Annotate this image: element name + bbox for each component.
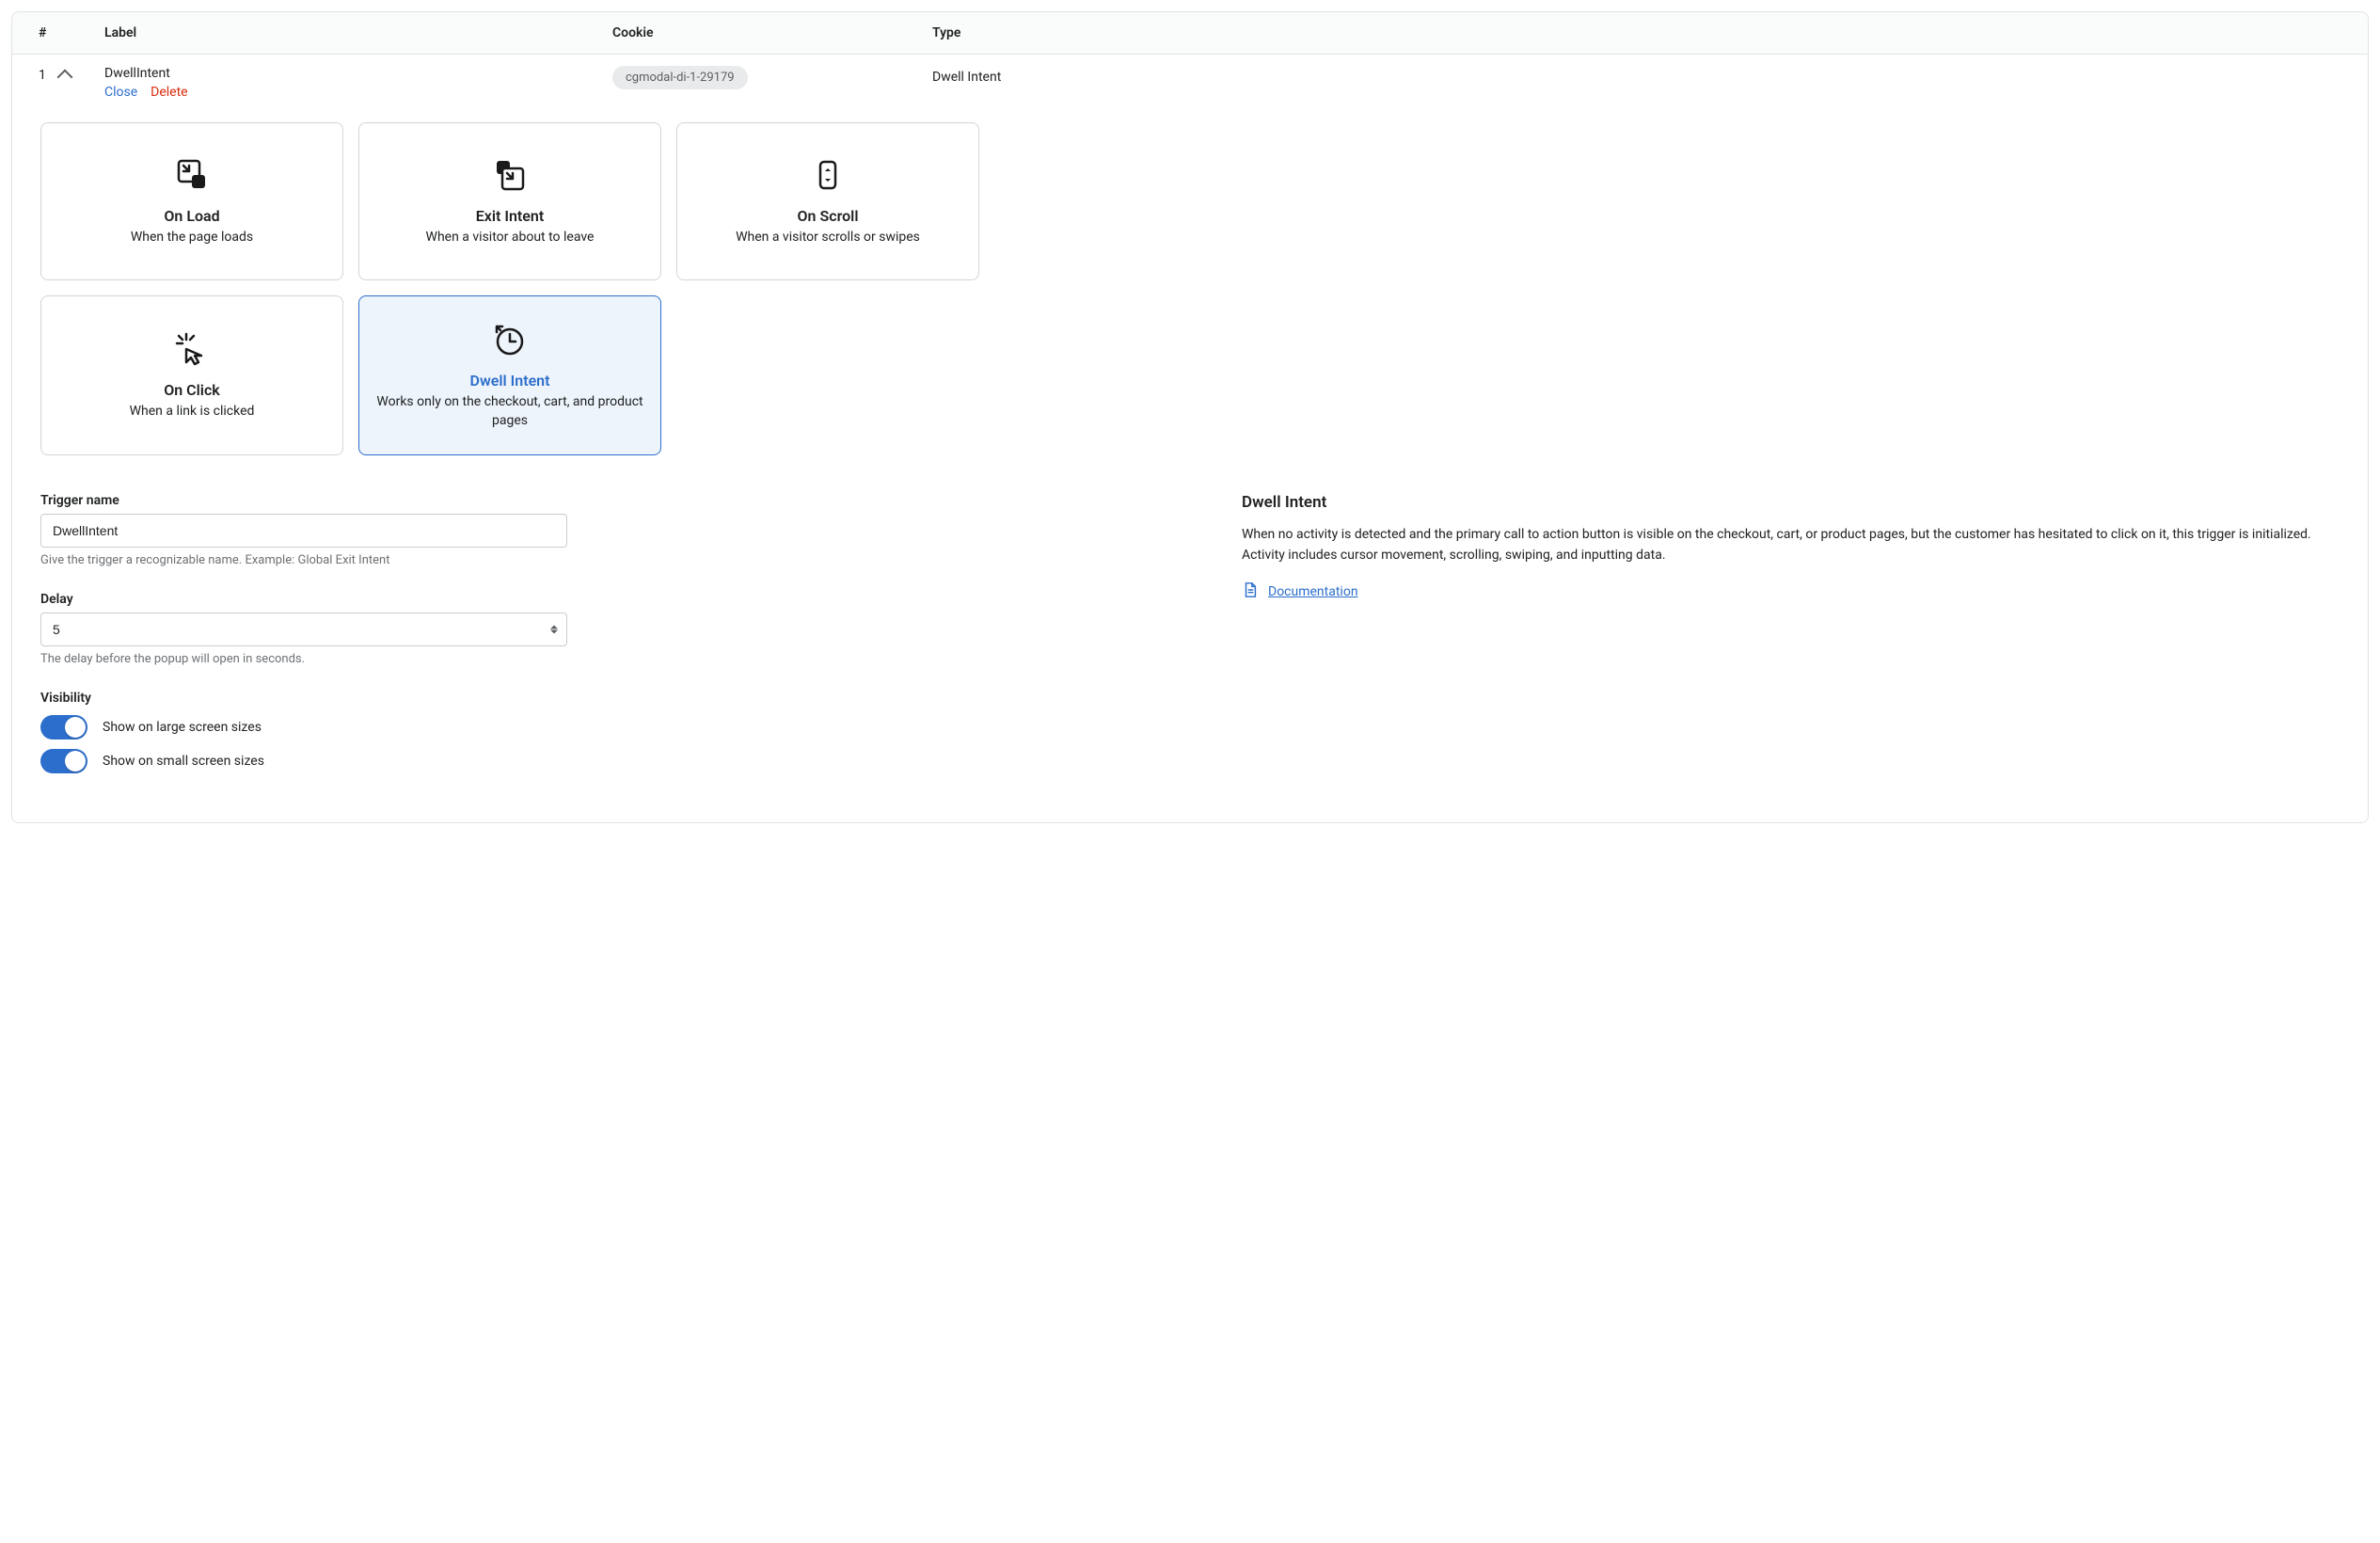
triggers-panel: # Label Cookie Type 1 DwellIntent Close … [11, 11, 2369, 823]
on-click-icon [173, 330, 211, 368]
row-actions: Close Delete [104, 85, 612, 100]
card-title: Dwell Intent [470, 372, 550, 390]
info-title: Dwell Intent [1242, 493, 2340, 512]
header-label: Label [104, 25, 612, 40]
form-left: Trigger name Give the trigger a recogniz… [40, 493, 567, 798]
row-index: 1 [39, 68, 46, 83]
row-index-cell: 1 [39, 66, 104, 83]
visibility-large-toggle[interactable] [40, 715, 87, 740]
trigger-card-on-load[interactable]: On Load When the page loads [40, 122, 343, 280]
visibility-small-toggle[interactable] [40, 749, 87, 773]
delay-field: Delay 5 The delay before the popup will … [40, 592, 567, 666]
row-cookie-cell: cgmodal-di-1-29179 [612, 66, 932, 89]
close-link[interactable]: Close [104, 85, 137, 100]
visibility-small-row: Show on small screen sizes [40, 749, 567, 773]
table-header: # Label Cookie Type [12, 12, 2368, 55]
delay-help: The delay before the popup will open in … [40, 652, 567, 666]
row-content: On Load When the page loads Exit Intent … [12, 105, 2368, 822]
header-num: # [39, 25, 104, 40]
trigger-card-exit-intent[interactable]: Exit Intent When a visitor about to leav… [358, 122, 661, 280]
trigger-card-dwell-intent[interactable]: Dwell Intent Works only on the checkout,… [358, 295, 661, 455]
visibility-small-label: Show on small screen sizes [103, 754, 264, 769]
card-title: On Click [164, 381, 220, 399]
on-load-icon [173, 156, 211, 194]
header-type: Type [932, 25, 2351, 40]
row-type: Dwell Intent [932, 66, 2351, 85]
card-desc: When a link is clicked [130, 403, 255, 422]
card-desc: When the page loads [131, 229, 253, 247]
row-label: DwellIntent [104, 66, 612, 81]
delay-select[interactable]: 5 [40, 612, 567, 646]
delay-label: Delay [40, 592, 567, 607]
on-scroll-icon [809, 156, 847, 194]
select-caret-icon [550, 626, 558, 634]
trigger-name-field: Trigger name Give the trigger a recogniz… [40, 493, 567, 567]
visibility-field: Visibility Show on large screen sizes Sh… [40, 691, 567, 773]
card-title: On Scroll [798, 207, 859, 225]
dwell-intent-icon [491, 321, 529, 358]
trigger-name-help: Give the trigger a recognizable name. Ex… [40, 553, 567, 567]
form-columns: Trigger name Give the trigger a recogniz… [40, 493, 2340, 798]
visibility-large-row: Show on large screen sizes [40, 715, 567, 740]
info-panel: Dwell Intent When no activity is detecte… [1242, 493, 2340, 798]
cookie-badge: cgmodal-di-1-29179 [612, 66, 748, 89]
header-cookie: Cookie [612, 25, 932, 40]
trigger-row: 1 DwellIntent Close Delete cgmodal-di-1-… [12, 55, 2368, 105]
doc-link-row: Documentation [1242, 581, 2340, 602]
row-label-cell: DwellIntent Close Delete [104, 66, 612, 100]
trigger-card-on-click[interactable]: On Click When a link is clicked [40, 295, 343, 455]
card-title: Exit Intent [476, 207, 544, 225]
info-body: When no activity is detected and the pri… [1242, 525, 2340, 565]
card-title: On Load [164, 207, 219, 225]
chevron-up-icon[interactable] [56, 70, 72, 86]
card-desc: Works only on the checkout, cart, and pr… [374, 393, 645, 430]
trigger-name-input[interactable] [40, 514, 567, 548]
document-icon [1242, 581, 1259, 602]
card-desc: When a visitor about to leave [426, 229, 595, 247]
trigger-type-grid: On Load When the page loads Exit Intent … [40, 122, 2340, 455]
visibility-large-label: Show on large screen sizes [103, 720, 262, 735]
trigger-card-on-scroll[interactable]: On Scroll When a visitor scrolls or swip… [676, 122, 979, 280]
exit-intent-icon [491, 156, 529, 194]
visibility-label: Visibility [40, 691, 567, 706]
card-desc: When a visitor scrolls or swipes [736, 229, 920, 247]
delete-link[interactable]: Delete [151, 85, 187, 100]
documentation-link[interactable]: Documentation [1268, 584, 1358, 599]
trigger-name-label: Trigger name [40, 493, 567, 508]
